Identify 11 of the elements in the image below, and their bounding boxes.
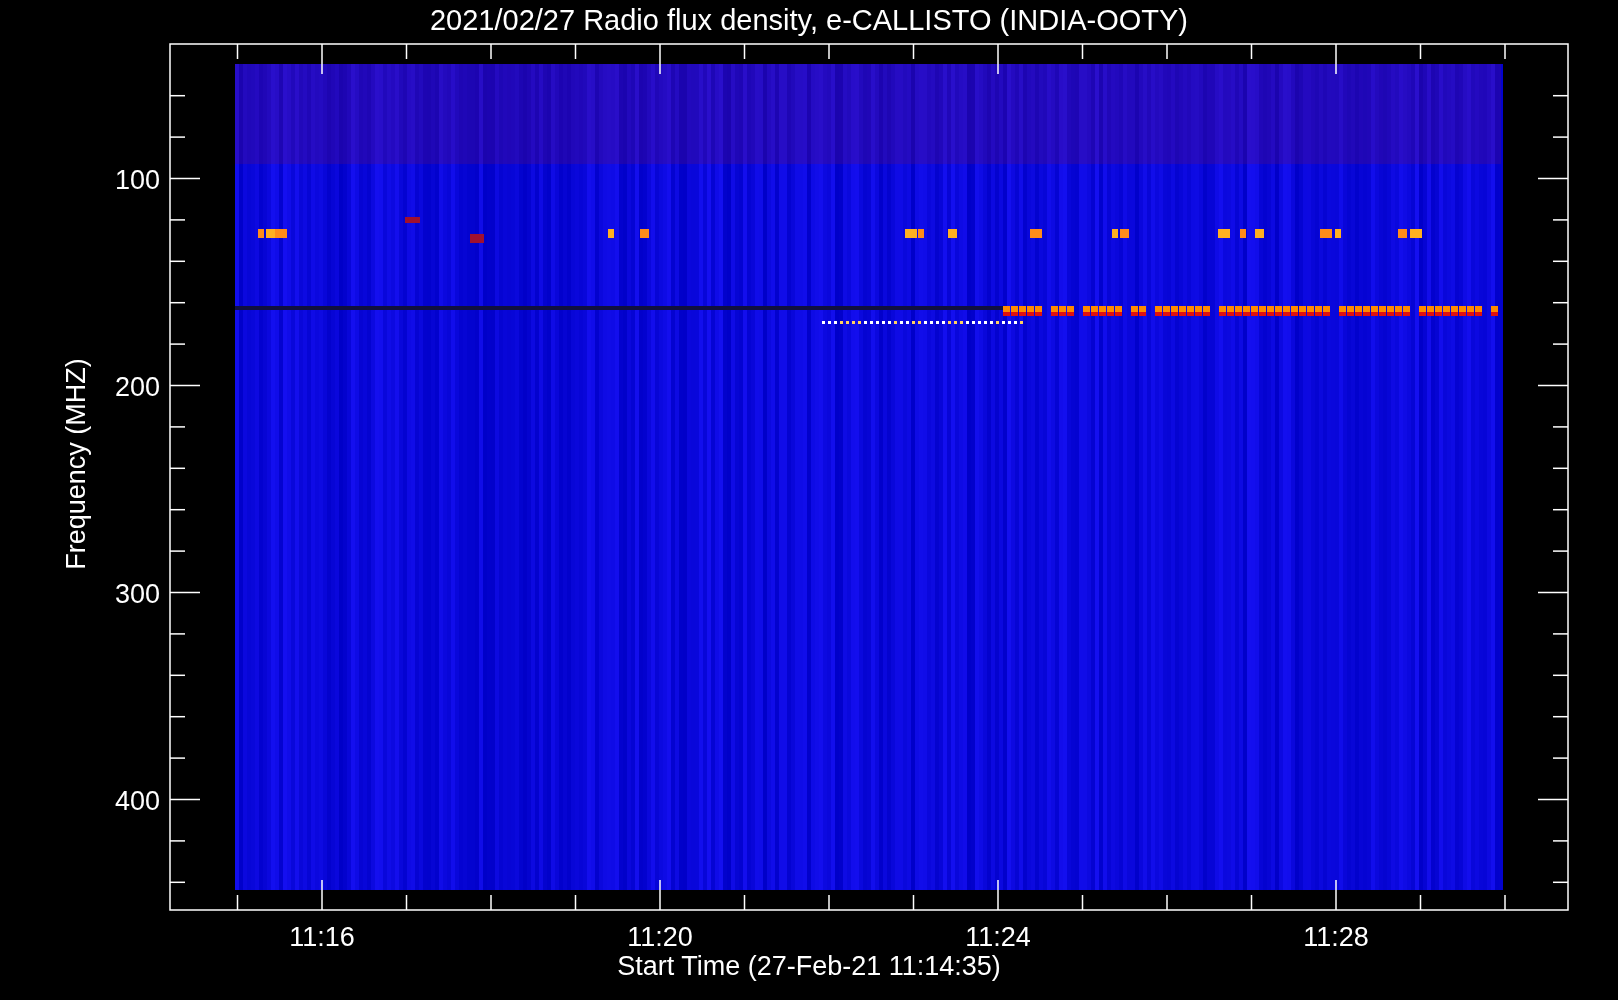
- chart-title: 2021/02/27 Radio flux density, e-CALLISTO (INDIA-OOTY): [429, 4, 1189, 36]
- tick-label: 11:20: [627, 922, 693, 952]
- tick-label: 11:28: [1303, 922, 1369, 952]
- tick-label: 11:24: [965, 922, 1031, 952]
- axis-label: Frequency (MHZ): [61, 358, 91, 570]
- tick-label: 400: [114, 785, 160, 816]
- tick-label: 11:16: [289, 922, 355, 952]
- tick-label: 100: [114, 164, 160, 195]
- tick-label: 200: [114, 371, 160, 402]
- tick-label: 300: [114, 578, 160, 609]
- axis-label: Start Time (27-Feb-21 11:14:35): [617, 951, 1001, 981]
